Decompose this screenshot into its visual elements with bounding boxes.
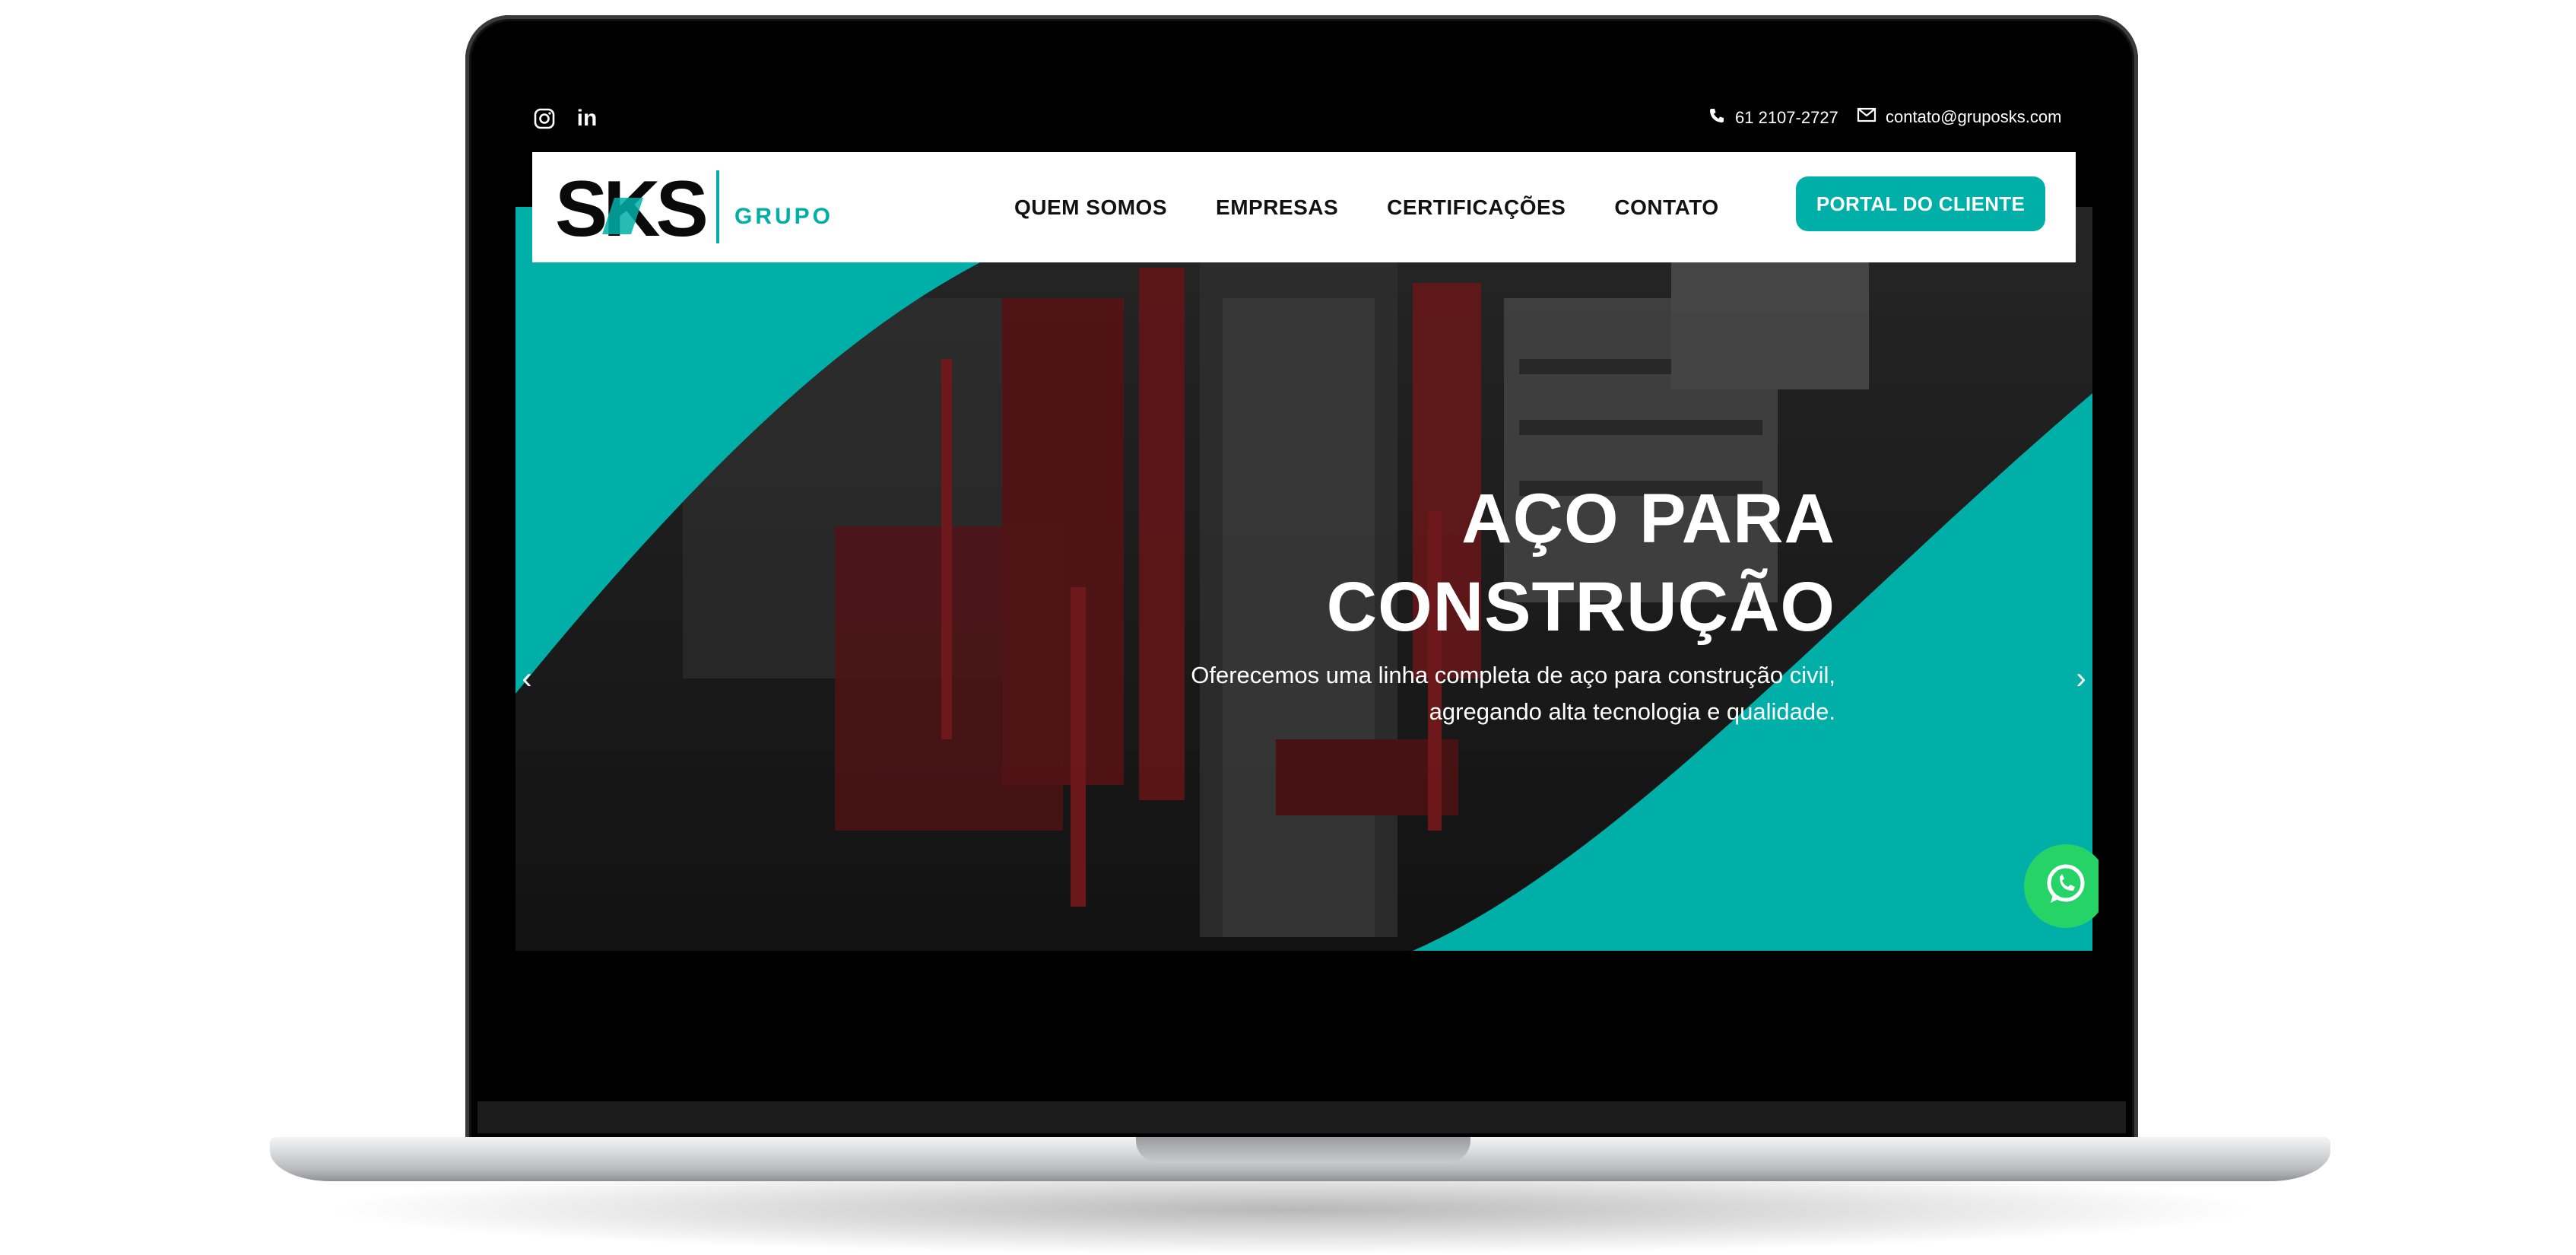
sks-logo[interactable]: SKS GRUPO	[555, 161, 844, 253]
hero-title-line2: CONSTRUÇÃO	[1326, 568, 1835, 646]
nav-certificacoes[interactable]: CERTIFICAÇÕES	[1387, 195, 1566, 220]
laptop-screen: in 61 2107-2727 contato@gruposks.com AÇO…	[509, 84, 2099, 951]
phone-text: 61 2107-2727	[1735, 108, 1838, 127]
email-contact[interactable]: contato@gruposks.com	[1857, 106, 2061, 128]
hero-subtitle-line2: agregando alta tecnologia e qualidade.	[1429, 698, 1835, 725]
phone-icon	[1708, 106, 1726, 129]
next-slide-arrow[interactable]: ›	[2070, 656, 2092, 701]
hero-slider: AÇO PARA CONSTRUÇÃO Oferecemos uma linha…	[516, 207, 2092, 951]
mail-icon	[1857, 106, 1876, 128]
site-header: SKS GRUPO QUEM SOMOS EMPRESAS CERTIFICAÇ…	[532, 152, 2076, 262]
hero-subtitle-line1: Oferecemos uma linha completa de aço par…	[1191, 662, 1835, 688]
nav-quem-somos[interactable]: QUEM SOMOS	[1014, 195, 1167, 220]
phone-contact[interactable]: 61 2107-2727	[1708, 106, 1838, 129]
laptop-notch	[1136, 1137, 1470, 1163]
hero-title-line1: AÇO PARA	[1461, 480, 1835, 558]
prev-slide-arrow[interactable]: ‹	[516, 656, 538, 701]
whatsapp-icon	[2041, 860, 2090, 913]
hero-title: AÇO PARA CONSTRUÇÃO	[1327, 475, 1835, 651]
hero-background	[516, 207, 2092, 951]
portal-cliente-button[interactable]: PORTAL DO CLIENTE	[1796, 176, 2045, 231]
hero-subtitle: Oferecemos uma linha completa de aço par…	[1075, 657, 1835, 730]
main-nav: QUEM SOMOS EMPRESAS CERTIFICAÇÕES CONTAT…	[1014, 152, 1768, 262]
logo-tagline: GRUPO	[734, 204, 833, 229]
email-text: contato@gruposks.com	[1886, 107, 2062, 126]
instagram-icon[interactable]	[529, 103, 560, 134]
nav-empresas[interactable]: EMPRESAS	[1216, 195, 1338, 220]
top-bar: in 61 2107-2727 contato@gruposks.com	[509, 84, 2099, 152]
nav-contato[interactable]: CONTATO	[1614, 195, 1718, 220]
laptop-bezel-bottom	[477, 1101, 2126, 1133]
linkedin-icon[interactable]: in	[572, 103, 602, 134]
